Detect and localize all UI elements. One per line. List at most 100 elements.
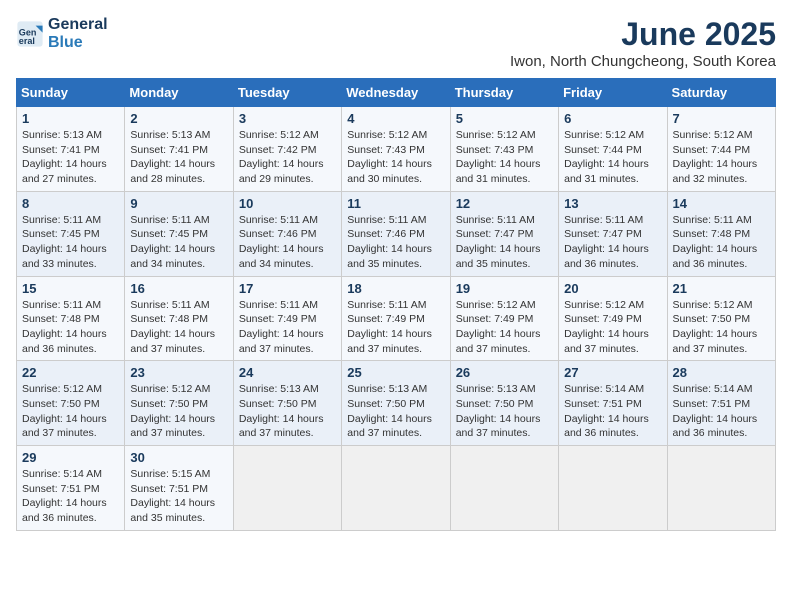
- day-info: Sunrise: 5:13 AM Sunset: 7:41 PM Dayligh…: [22, 128, 119, 187]
- day-info: Sunrise: 5:11 AM Sunset: 7:47 PM Dayligh…: [564, 213, 661, 272]
- day-number: 10: [239, 196, 336, 211]
- day-info: Sunrise: 5:12 AM Sunset: 7:43 PM Dayligh…: [456, 128, 553, 187]
- weekday-header: Sunday: [17, 79, 125, 107]
- calendar-day-cell: 14 Sunrise: 5:11 AM Sunset: 7:48 PM Dayl…: [667, 191, 775, 276]
- day-number: 26: [456, 365, 553, 380]
- day-number: 27: [564, 365, 661, 380]
- calendar-day-cell: 8 Sunrise: 5:11 AM Sunset: 7:45 PM Dayli…: [17, 191, 125, 276]
- day-number: 29: [22, 450, 119, 465]
- day-number: 3: [239, 111, 336, 126]
- weekday-header-row: SundayMondayTuesdayWednesdayThursdayFrid…: [17, 79, 776, 107]
- day-number: 30: [130, 450, 227, 465]
- day-info: Sunrise: 5:12 AM Sunset: 7:43 PM Dayligh…: [347, 128, 444, 187]
- calendar-day-cell: 17 Sunrise: 5:11 AM Sunset: 7:49 PM Dayl…: [233, 276, 341, 361]
- day-info: Sunrise: 5:13 AM Sunset: 7:50 PM Dayligh…: [347, 382, 444, 441]
- calendar-week-row: 1 Sunrise: 5:13 AM Sunset: 7:41 PM Dayli…: [17, 107, 776, 192]
- weekday-header: Friday: [559, 79, 667, 107]
- calendar-week-row: 8 Sunrise: 5:11 AM Sunset: 7:45 PM Dayli…: [17, 191, 776, 276]
- day-info: Sunrise: 5:13 AM Sunset: 7:50 PM Dayligh…: [239, 382, 336, 441]
- day-number: 17: [239, 281, 336, 296]
- calendar-day-cell: 11 Sunrise: 5:11 AM Sunset: 7:46 PM Dayl…: [342, 191, 450, 276]
- calendar-day-cell: 21 Sunrise: 5:12 AM Sunset: 7:50 PM Dayl…: [667, 276, 775, 361]
- day-info: Sunrise: 5:12 AM Sunset: 7:42 PM Dayligh…: [239, 128, 336, 187]
- day-number: 22: [22, 365, 119, 380]
- svg-text:eral: eral: [19, 35, 35, 45]
- calendar-table: SundayMondayTuesdayWednesdayThursdayFrid…: [16, 78, 776, 531]
- day-number: 15: [22, 281, 119, 296]
- day-number: 20: [564, 281, 661, 296]
- day-number: 4: [347, 111, 444, 126]
- day-number: 19: [456, 281, 553, 296]
- calendar-day-cell: 7 Sunrise: 5:12 AM Sunset: 7:44 PM Dayli…: [667, 107, 775, 192]
- day-number: 5: [456, 111, 553, 126]
- day-number: 7: [673, 111, 770, 126]
- day-info: Sunrise: 5:12 AM Sunset: 7:49 PM Dayligh…: [564, 298, 661, 357]
- calendar-day-cell: 29 Sunrise: 5:14 AM Sunset: 7:51 PM Dayl…: [17, 446, 125, 531]
- day-number: 25: [347, 365, 444, 380]
- calendar-day-cell: [450, 446, 558, 531]
- calendar-week-row: 29 Sunrise: 5:14 AM Sunset: 7:51 PM Dayl…: [17, 446, 776, 531]
- calendar-week-row: 15 Sunrise: 5:11 AM Sunset: 7:48 PM Dayl…: [17, 276, 776, 361]
- calendar-day-cell: [233, 446, 341, 531]
- day-info: Sunrise: 5:11 AM Sunset: 7:46 PM Dayligh…: [347, 213, 444, 272]
- calendar-day-cell: 1 Sunrise: 5:13 AM Sunset: 7:41 PM Dayli…: [17, 107, 125, 192]
- calendar-day-cell: 15 Sunrise: 5:11 AM Sunset: 7:48 PM Dayl…: [17, 276, 125, 361]
- day-number: 13: [564, 196, 661, 211]
- day-number: 1: [22, 111, 119, 126]
- day-info: Sunrise: 5:11 AM Sunset: 7:46 PM Dayligh…: [239, 213, 336, 272]
- calendar-day-cell: 23 Sunrise: 5:12 AM Sunset: 7:50 PM Dayl…: [125, 361, 233, 446]
- day-info: Sunrise: 5:13 AM Sunset: 7:41 PM Dayligh…: [130, 128, 227, 187]
- page-header: Gen eral General Blue June 2025 Iwon, No…: [16, 16, 776, 70]
- calendar-day-cell: [559, 446, 667, 531]
- calendar-day-cell: 20 Sunrise: 5:12 AM Sunset: 7:49 PM Dayl…: [559, 276, 667, 361]
- calendar-day-cell: 3 Sunrise: 5:12 AM Sunset: 7:42 PM Dayli…: [233, 107, 341, 192]
- day-number: 24: [239, 365, 336, 380]
- day-info: Sunrise: 5:11 AM Sunset: 7:49 PM Dayligh…: [347, 298, 444, 357]
- day-info: Sunrise: 5:12 AM Sunset: 7:50 PM Dayligh…: [22, 382, 119, 441]
- day-number: 28: [673, 365, 770, 380]
- calendar-day-cell: [342, 446, 450, 531]
- calendar-day-cell: 18 Sunrise: 5:11 AM Sunset: 7:49 PM Dayl…: [342, 276, 450, 361]
- day-info: Sunrise: 5:12 AM Sunset: 7:50 PM Dayligh…: [130, 382, 227, 441]
- day-number: 2: [130, 111, 227, 126]
- day-info: Sunrise: 5:11 AM Sunset: 7:45 PM Dayligh…: [22, 213, 119, 272]
- calendar-day-cell: 16 Sunrise: 5:11 AM Sunset: 7:48 PM Dayl…: [125, 276, 233, 361]
- day-info: Sunrise: 5:12 AM Sunset: 7:50 PM Dayligh…: [673, 298, 770, 357]
- day-number: 14: [673, 196, 770, 211]
- weekday-header: Wednesday: [342, 79, 450, 107]
- weekday-header: Monday: [125, 79, 233, 107]
- day-info: Sunrise: 5:14 AM Sunset: 7:51 PM Dayligh…: [673, 382, 770, 441]
- calendar-day-cell: 13 Sunrise: 5:11 AM Sunset: 7:47 PM Dayl…: [559, 191, 667, 276]
- day-info: Sunrise: 5:11 AM Sunset: 7:47 PM Dayligh…: [456, 213, 553, 272]
- calendar-day-cell: [667, 446, 775, 531]
- day-info: Sunrise: 5:14 AM Sunset: 7:51 PM Dayligh…: [22, 467, 119, 526]
- calendar-day-cell: 27 Sunrise: 5:14 AM Sunset: 7:51 PM Dayl…: [559, 361, 667, 446]
- day-number: 16: [130, 281, 227, 296]
- day-number: 18: [347, 281, 444, 296]
- calendar-day-cell: 10 Sunrise: 5:11 AM Sunset: 7:46 PM Dayl…: [233, 191, 341, 276]
- day-info: Sunrise: 5:11 AM Sunset: 7:48 PM Dayligh…: [130, 298, 227, 357]
- calendar-day-cell: 24 Sunrise: 5:13 AM Sunset: 7:50 PM Dayl…: [233, 361, 341, 446]
- day-number: 6: [564, 111, 661, 126]
- day-number: 21: [673, 281, 770, 296]
- day-number: 9: [130, 196, 227, 211]
- calendar-day-cell: 2 Sunrise: 5:13 AM Sunset: 7:41 PM Dayli…: [125, 107, 233, 192]
- day-info: Sunrise: 5:14 AM Sunset: 7:51 PM Dayligh…: [564, 382, 661, 441]
- calendar-day-cell: 30 Sunrise: 5:15 AM Sunset: 7:51 PM Dayl…: [125, 446, 233, 531]
- calendar-day-cell: 6 Sunrise: 5:12 AM Sunset: 7:44 PM Dayli…: [559, 107, 667, 192]
- logo-line2: Blue: [48, 34, 108, 52]
- day-info: Sunrise: 5:12 AM Sunset: 7:44 PM Dayligh…: [564, 128, 661, 187]
- day-number: 8: [22, 196, 119, 211]
- weekday-header: Saturday: [667, 79, 775, 107]
- calendar-subtitle: Iwon, North Chungcheong, South Korea: [510, 53, 776, 70]
- calendar-day-cell: 22 Sunrise: 5:12 AM Sunset: 7:50 PM Dayl…: [17, 361, 125, 446]
- calendar-day-cell: 28 Sunrise: 5:14 AM Sunset: 7:51 PM Dayl…: [667, 361, 775, 446]
- logo-icon: Gen eral: [16, 20, 44, 48]
- day-info: Sunrise: 5:11 AM Sunset: 7:48 PM Dayligh…: [22, 298, 119, 357]
- day-number: 11: [347, 196, 444, 211]
- calendar-week-row: 22 Sunrise: 5:12 AM Sunset: 7:50 PM Dayl…: [17, 361, 776, 446]
- logo: Gen eral General Blue: [16, 16, 108, 51]
- day-info: Sunrise: 5:15 AM Sunset: 7:51 PM Dayligh…: [130, 467, 227, 526]
- day-info: Sunrise: 5:12 AM Sunset: 7:44 PM Dayligh…: [673, 128, 770, 187]
- calendar-day-cell: 26 Sunrise: 5:13 AM Sunset: 7:50 PM Dayl…: [450, 361, 558, 446]
